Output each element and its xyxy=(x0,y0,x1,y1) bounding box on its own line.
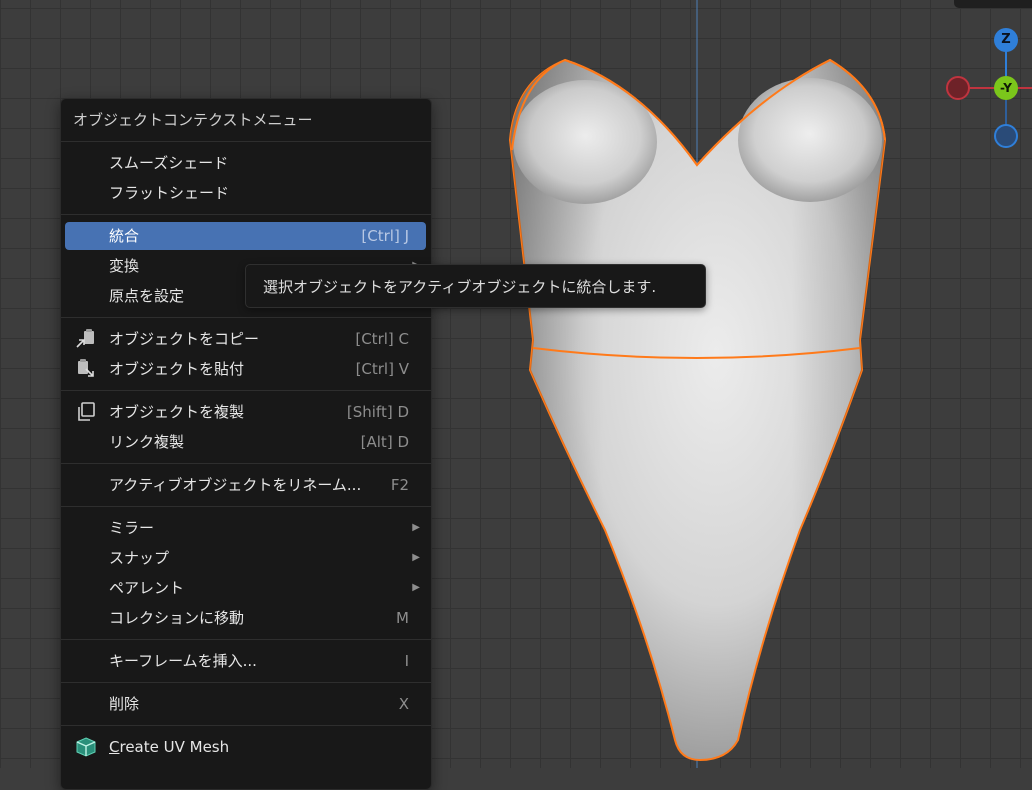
menu-item-move-to-collection[interactable]: コレクションに移動 M xyxy=(65,604,426,632)
uv-mesh-icon xyxy=(76,737,96,757)
menu-item-label: キーフレームを挿入... xyxy=(109,652,257,670)
menu-item-shortcut: [Shift] D xyxy=(346,403,409,421)
submenu-arrow-icon: ▶ xyxy=(412,552,420,563)
menu-item-label: フラットシェード xyxy=(109,184,230,202)
menu-separator xyxy=(61,639,431,640)
duplicate-icon xyxy=(78,402,95,421)
menu-item-label: 削除 xyxy=(109,695,140,713)
menu-item-shortcut: [Alt] D xyxy=(360,433,409,451)
gizmo-z-axis[interactable]: Z xyxy=(994,28,1018,52)
menu-separator xyxy=(61,463,431,464)
object-context-menu: オブジェクトコンテクストメニュー スムーズシェード フラットシェード 統合 [C… xyxy=(60,98,432,790)
menu-item-label-rest: reate UV Mesh xyxy=(119,738,230,756)
bodysuit-mesh xyxy=(508,58,887,762)
submenu-arrow-icon: ▶ xyxy=(412,582,420,593)
menu-item-label: オブジェクトを複製 xyxy=(109,403,245,421)
gizmo-neg-z-axis[interactable] xyxy=(994,124,1018,148)
menu-separator xyxy=(61,682,431,683)
menu-item-paste-objects[interactable]: オブジェクトを貼付 [Ctrl] V xyxy=(65,355,426,383)
menu-item-parent[interactable]: ペアレント ▶ xyxy=(65,574,426,602)
menu-separator xyxy=(61,317,431,318)
menu-item-duplicate-objects[interactable]: オブジェクトを複製 [Shift] D xyxy=(65,398,426,426)
menu-item-delete[interactable]: 削除 X xyxy=(65,690,426,718)
menu-item-label: 変換 xyxy=(109,257,140,275)
menu-item-shade-flat[interactable]: フラットシェード xyxy=(65,179,426,207)
menu-title: オブジェクトコンテクストメニュー xyxy=(73,111,313,129)
menu-item-shortcut: [Ctrl] C xyxy=(355,330,409,348)
copy-objects-icon xyxy=(76,329,94,348)
join-tooltip: 選択オブジェクトをアクティブオブジェクトに統合します. xyxy=(245,264,706,308)
menu-item-label: 統合 xyxy=(109,227,140,245)
menu-item-shortcut: X xyxy=(398,695,409,713)
menu-item-shortcut: F2 xyxy=(390,476,409,494)
menu-item-label: ミラー xyxy=(109,519,155,537)
menu-item-label: アクティブオブジェクトをリネーム... xyxy=(109,476,362,494)
menu-item-shortcut: M xyxy=(396,609,409,627)
menu-item-join[interactable]: 統合 [Ctrl] J xyxy=(65,222,426,250)
header-corner xyxy=(954,0,1032,8)
menu-item-label: リンク複製 xyxy=(109,433,185,451)
menu-separator xyxy=(61,214,431,215)
menu-item-shortcut: [Ctrl] J xyxy=(361,227,409,245)
gizmo-neg-y-axis[interactable]: -Y xyxy=(994,76,1018,100)
paste-objects-icon xyxy=(78,359,94,377)
menu-item-label: Create UV Mesh xyxy=(109,733,229,761)
menu-separator xyxy=(61,725,431,726)
menu-item-create-uv-mesh[interactable]: Create UV Mesh xyxy=(65,733,426,761)
gizmo-neg-x-axis[interactable] xyxy=(946,76,970,100)
menu-item-label: ペアレント xyxy=(109,579,185,597)
menu-separator xyxy=(61,506,431,507)
menu-item-duplicate-linked[interactable]: リンク複製 [Alt] D xyxy=(65,428,426,456)
menu-item-shortcut: I xyxy=(404,652,409,670)
menu-item-shade-smooth[interactable]: スムーズシェード xyxy=(65,149,426,177)
menu-item-label: スナップ xyxy=(109,549,170,567)
menu-separator xyxy=(61,390,431,391)
menu-item-shortcut: [Ctrl] V xyxy=(355,360,409,378)
menu-separator xyxy=(61,141,431,142)
menu-item-label: 原点を設定 xyxy=(109,287,185,305)
menu-item-rename-active[interactable]: アクティブオブジェクトをリネーム... F2 xyxy=(65,471,426,499)
submenu-arrow-icon: ▶ xyxy=(412,522,420,533)
menu-item-label: コレクションに移動 xyxy=(109,609,245,627)
menu-item-label: スムーズシェード xyxy=(109,154,229,172)
menu-item-copy-objects[interactable]: オブジェクトをコピー [Ctrl] C xyxy=(65,325,426,353)
menu-item-insert-keyframe[interactable]: キーフレームを挿入... I xyxy=(65,647,426,675)
menu-item-label: オブジェクトをコピー xyxy=(109,330,260,348)
menu-item-mnemonic: C xyxy=(109,738,120,756)
menu-item-mirror[interactable]: ミラー ▶ xyxy=(65,514,426,542)
menu-item-label: オブジェクトを貼付 xyxy=(109,360,245,378)
menu-item-snap[interactable]: スナップ ▶ xyxy=(65,544,426,572)
